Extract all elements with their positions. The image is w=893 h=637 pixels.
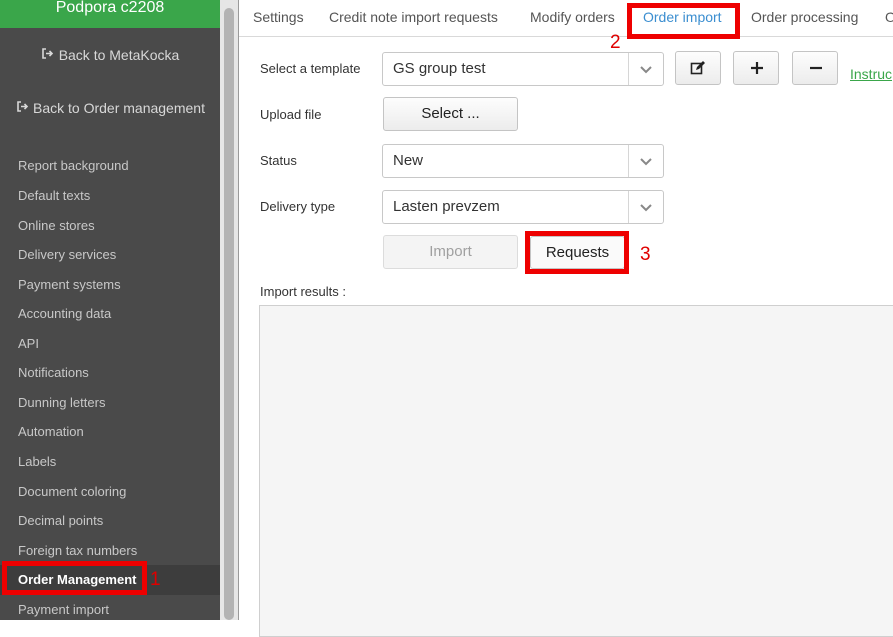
sidebar-item-payment-systems[interactable]: Payment systems <box>18 277 121 292</box>
add-template-button[interactable] <box>733 51 779 85</box>
select-separator <box>628 191 629 223</box>
status-label: Status <box>260 153 297 168</box>
status-value: New <box>393 152 424 169</box>
sidebar-item-document-coloring[interactable]: Document coloring <box>18 484 126 499</box>
sign-out-icon <box>15 100 29 116</box>
sidebar-item-automation[interactable]: Automation <box>18 424 84 439</box>
annotation-box-2 <box>627 3 740 39</box>
sidebar: Podpora c2208 Back to MetaKocka Back to … <box>0 0 220 620</box>
instructions-link[interactable]: Instruc <box>850 66 892 82</box>
chevron-down-icon <box>640 66 652 74</box>
sidebar-item-notifications[interactable]: Notifications <box>18 365 89 380</box>
remove-template-button[interactable] <box>792 51 838 85</box>
delivery-type-value: Lasten prevzem <box>393 198 500 215</box>
sidebar-item-foreign-tax-numbers[interactable]: Foreign tax numbers <box>18 543 137 558</box>
sidebar-item-report-background[interactable]: Report background <box>18 158 129 173</box>
template-select[interactable]: GS group test <box>382 52 664 86</box>
edit-icon <box>690 61 705 75</box>
sign-out-icon <box>41 47 55 63</box>
tab-settings[interactable]: Settings <box>253 9 304 25</box>
sidebar-item-api[interactable]: API <box>18 336 39 351</box>
select-separator <box>628 145 629 177</box>
import-results-area[interactable] <box>259 305 893 637</box>
select-file-button[interactable]: Select ... <box>383 97 518 131</box>
back-to-metakocka-label: Back to MetaKocka <box>58 47 180 63</box>
annotation-box-3 <box>525 231 629 274</box>
status-select[interactable]: New <box>382 144 664 178</box>
sidebar-item-decimal-points[interactable]: Decimal points <box>18 513 103 528</box>
import-results-label: Import results : <box>260 284 346 299</box>
sidebar-item-default-texts[interactable]: Default texts <box>18 188 90 203</box>
import-button[interactable]: Import <box>383 235 518 269</box>
sidebar-item-payment-import[interactable]: Payment import <box>18 602 109 617</box>
upload-file-label: Upload file <box>260 107 322 122</box>
tab-overflow[interactable]: O <box>885 9 893 25</box>
annotation-number-2: 2 <box>610 32 621 53</box>
tab-credit-note-import-requests[interactable]: Credit note import requests <box>329 9 498 25</box>
panel-divider <box>238 0 239 620</box>
back-to-order-management-label: Back to Order management <box>33 100 205 116</box>
sidebar-item-online-stores[interactable]: Online stores <box>18 218 95 233</box>
annotation-box-1 <box>2 561 147 595</box>
template-label: Select a template <box>260 61 361 76</box>
sidebar-item-dunning-letters[interactable]: Dunning letters <box>18 395 105 410</box>
plus-icon <box>751 62 763 74</box>
tabs-underline <box>239 36 893 37</box>
delivery-type-select[interactable]: Lasten prevzem <box>382 190 664 224</box>
delivery-type-label: Delivery type <box>260 199 336 214</box>
back-to-metakocka-link[interactable]: Back to MetaKocka <box>0 47 220 63</box>
sidebar-item-accounting-data[interactable]: Accounting data <box>18 306 111 321</box>
template-value: GS group test <box>393 60 486 77</box>
tab-modify-orders[interactable]: Modify orders <box>530 9 615 25</box>
chevron-down-icon <box>640 158 652 166</box>
select-separator <box>628 53 629 85</box>
edit-template-button[interactable] <box>675 51 721 85</box>
company-name: Podpora c2208 <box>0 0 220 28</box>
sidebar-item-delivery-services[interactable]: Delivery services <box>18 247 116 262</box>
scrollbar-thumb[interactable] <box>224 8 234 620</box>
back-to-order-management-link[interactable]: Back to Order management <box>0 100 220 116</box>
chevron-down-icon <box>640 204 652 212</box>
sidebar-item-labels[interactable]: Labels <box>18 454 56 469</box>
annotation-number-1: 1 <box>150 569 161 590</box>
tab-order-processing[interactable]: Order processing <box>751 9 858 25</box>
annotation-number-3: 3 <box>640 244 651 265</box>
minus-icon <box>810 66 822 70</box>
